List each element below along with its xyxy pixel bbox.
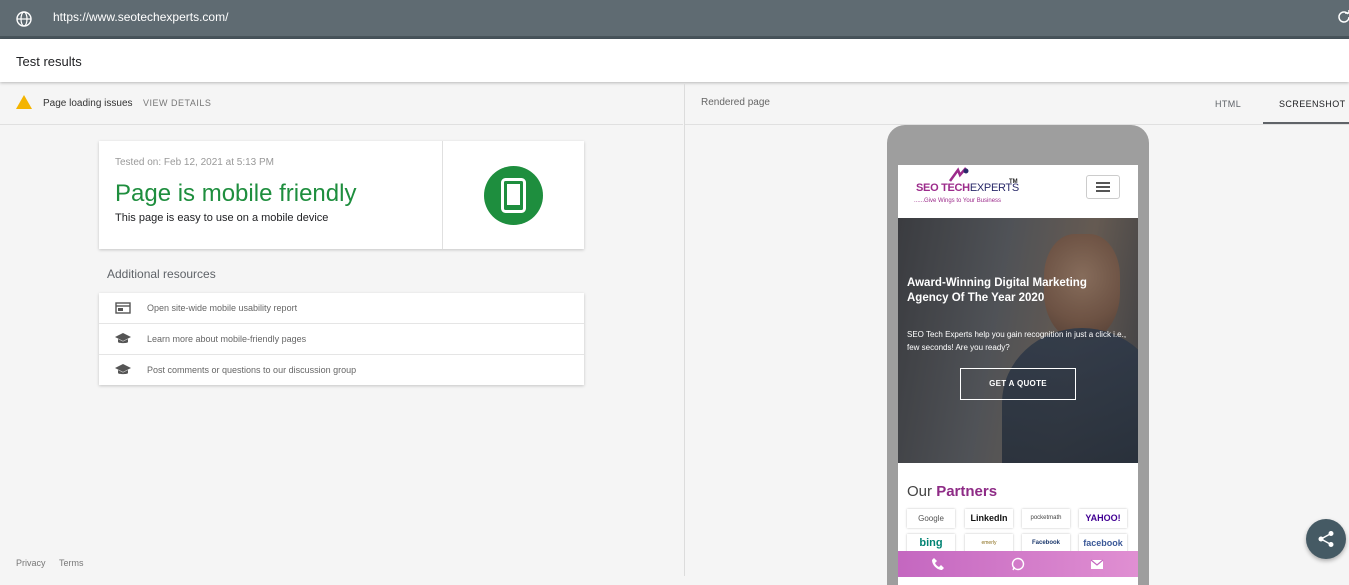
- whatsapp-icon[interactable]: [1011, 557, 1025, 571]
- partner-logo: pocketmath: [1022, 509, 1070, 528]
- phone-icon[interactable]: [931, 557, 945, 571]
- contact-bar: [898, 551, 1138, 577]
- tab-screenshot[interactable]: SCREENSHOT: [1279, 99, 1346, 109]
- site-header: SEO TECHEXPERTS TM ......Give Wings to Y…: [898, 165, 1138, 218]
- resource-item-learn-more[interactable]: Learn more about mobile-friendly pages: [99, 324, 584, 355]
- rendered-page-pane: Rendered page HTML SCREENSHOT SEO TECHEX…: [684, 84, 1349, 585]
- school-icon: [115, 363, 131, 377]
- page-loading-issues-bar: Page loading issues VIEW DETAILS: [0, 84, 683, 125]
- tab-html[interactable]: HTML: [1215, 99, 1241, 109]
- results-pane: Page loading issues VIEW DETAILS Tested …: [0, 84, 683, 576]
- resource-label: Learn more about mobile-friendly pages: [147, 334, 307, 344]
- partner-logo: LinkedIn: [965, 509, 1013, 528]
- resource-item-discussion-group[interactable]: Post comments or questions to our discus…: [99, 355, 584, 385]
- hero-title: Award-Winning Digital Marketing Agency O…: [907, 277, 1087, 304]
- resource-item-usability-report[interactable]: Open site-wide mobile usability report: [99, 293, 584, 324]
- partner-logo: Google Partner: [907, 509, 955, 528]
- warning-icon: [16, 95, 32, 109]
- rendered-page-label: Rendered page: [701, 97, 770, 108]
- site-logo: SEO TECHEXPERTS: [916, 182, 1019, 194]
- menu-icon[interactable]: [1086, 175, 1120, 199]
- results-header: Test results: [0, 39, 1349, 82]
- partners-heading: Our Partners: [907, 483, 998, 500]
- hero-banner: Award-Winning Digital Marketing Agency O…: [898, 218, 1138, 463]
- phone-frame: SEO TECHEXPERTS TM ......Give Wings to Y…: [887, 125, 1149, 585]
- browser-url-bar: https://www.seotechexperts.com/: [0, 0, 1349, 39]
- school-icon: [115, 332, 131, 346]
- get-a-quote-button[interactable]: GET A QUOTE: [960, 368, 1076, 400]
- view-details-link[interactable]: VIEW DETAILS: [143, 98, 211, 108]
- additional-resources-heading: Additional resources: [107, 267, 216, 281]
- result-subtitle: This page is easy to use on a mobile dev…: [115, 212, 329, 224]
- report-icon: [115, 301, 131, 315]
- logo-trademark: TM: [1009, 179, 1018, 185]
- page-title: Test results: [16, 54, 82, 69]
- result-title: Page is mobile friendly: [115, 180, 357, 207]
- rendered-screenshot: SEO TECHEXPERTS TM ......Give Wings to Y…: [898, 165, 1138, 585]
- hero-text: SEO Tech Experts help you gain recogniti…: [907, 330, 1127, 352]
- card-divider: [442, 141, 443, 249]
- terms-link[interactable]: Terms: [59, 558, 84, 568]
- privacy-link[interactable]: Privacy: [16, 558, 46, 568]
- partner-logo: YAHOO!: [1079, 509, 1127, 528]
- logo-tagline: ......Give Wings to Your Business: [914, 198, 1002, 204]
- issues-label: Page loading issues: [43, 98, 133, 109]
- mobile-phone-icon: [484, 166, 543, 225]
- tested-on-timestamp: Tested on: Feb 12, 2021 at 5:13 PM: [115, 157, 274, 168]
- resources-list: Open site-wide mobile usability report L…: [99, 293, 584, 385]
- url-text[interactable]: https://www.seotechexperts.com/: [53, 10, 228, 24]
- resource-label: Post comments or questions to our discus…: [147, 365, 357, 375]
- share-icon: [1318, 531, 1334, 547]
- resource-label: Open site-wide mobile usability report: [147, 303, 298, 313]
- email-icon[interactable]: [1090, 557, 1104, 571]
- mobile-friendly-result-card: Tested on: Feb 12, 2021 at 5:13 PM Page …: [99, 141, 584, 249]
- globe-icon: [15, 10, 33, 28]
- share-button[interactable]: [1306, 519, 1346, 559]
- reload-icon[interactable]: [1337, 10, 1349, 24]
